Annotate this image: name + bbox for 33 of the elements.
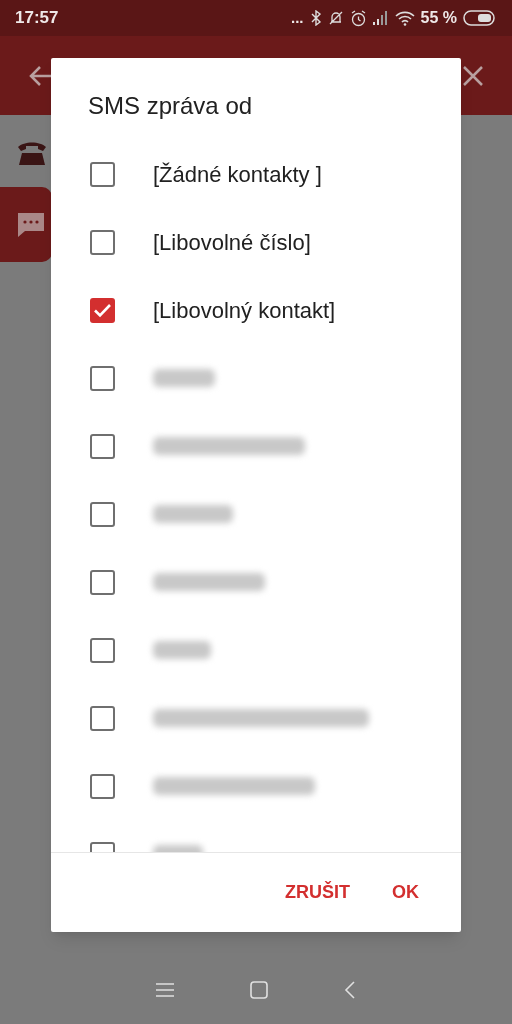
close-icon[interactable] [462,64,484,87]
checkbox[interactable] [90,161,115,187]
back-arrow-icon[interactable] [28,64,54,87]
chat-icon [16,210,46,239]
cancel-button[interactable]: ZRUŠIT [273,871,362,914]
wifi-icon [394,10,415,26]
checkbox[interactable] [90,297,115,323]
message-tile[interactable] [0,187,52,262]
notification-dots: ... [291,7,304,28]
option-label[interactable]: [Libovolné číslo] [153,225,311,259]
checkbox[interactable] [90,433,115,459]
option-label[interactable]: [Žádné kontakty ] [153,157,322,191]
blurred-name [153,641,211,659]
status-time: 17:57 [15,7,59,30]
checkbox[interactable] [90,569,115,595]
alarm-icon [349,9,367,27]
checkbox[interactable] [90,637,115,663]
battery-percent: 55 % [420,8,457,28]
ok-button[interactable]: OK [380,871,431,914]
bluetooth-icon [309,10,322,26]
back-icon[interactable] [344,980,356,999]
battery-icon [463,10,497,26]
option-label[interactable]: [Libovolný kontakt] [153,293,336,327]
blurred-name [153,369,215,387]
checkbox[interactable] [90,365,115,391]
dialog-title: SMS zpráva od [87,91,254,121]
muted-bell-icon [327,10,344,26]
signal-icon [372,11,389,25]
checkbox[interactable] [90,773,115,799]
checkbox[interactable] [90,229,115,255]
checkbox[interactable] [90,501,115,527]
home-icon[interactable] [250,980,268,999]
checkbox[interactable] [90,705,115,731]
